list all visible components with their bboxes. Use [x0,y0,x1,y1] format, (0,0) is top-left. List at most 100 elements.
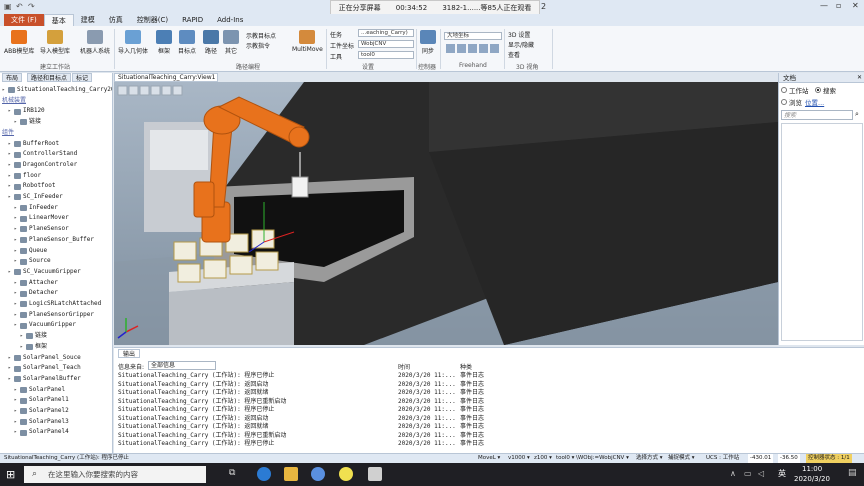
movel-selector[interactable]: MoveL ▾ [478,454,500,463]
tree-item[interactable]: ▸ SolarPanelBuffer [8,374,81,385]
documents-list[interactable] [781,123,863,341]
tree-item[interactable]: ▸ VacuumGripper [14,320,76,331]
save-icon[interactable]: ▣ [4,2,12,11]
filter-select[interactable]: 全部信息 [148,361,216,370]
meeting-app-icon[interactable] [311,467,325,481]
jog-joint-icon[interactable] [468,44,477,53]
path-button[interactable]: 路径 [203,30,219,55]
teach-instruction-button[interactable]: 示教指令 [246,41,270,50]
speed-selector[interactable]: v1000 ▾ [508,454,530,463]
tab-output[interactable]: 输出 [118,349,141,358]
output-row[interactable]: SituationalTeaching_Carry (工作站): 返回启动 202… [118,381,858,390]
view-tab[interactable]: SituationalTeaching_Carry:View1 [114,73,218,82]
tree-item[interactable]: ▸ SC_VacuumGripper [8,267,81,278]
tree-item[interactable]: ▸ Detacher [14,288,58,299]
tree-item[interactable]: ▸ 链接 [20,331,47,342]
clock-time[interactable]: 11:00 [802,465,822,473]
notification-icon[interactable]: ▤ [848,468,857,478]
tree-item[interactable]: ▸ BufferRoot [8,139,59,150]
output-row[interactable]: SituationalTeaching_Carry (工作站): 返回就绪 202… [118,389,858,398]
search-icon[interactable]: ⌕ [855,110,859,119]
cursor-highlight-icon[interactable] [339,467,353,481]
tree-item[interactable]: ▸ SolarPanel3 [14,417,69,428]
move-icon[interactable] [446,44,455,53]
sync-button[interactable]: 同步 [420,30,436,55]
tab-tags[interactable]: 标记 [72,73,93,82]
view-button[interactable]: 查看 [508,50,520,59]
file-explorer-icon[interactable] [284,467,298,481]
tab-rapid[interactable]: RAPID [175,14,210,26]
zone-selector[interactable]: z100 ▾ [534,454,552,463]
tree-item[interactable]: ▸ SolarPanel_Teach [8,363,81,374]
col-type-header[interactable]: 种类 [460,362,472,371]
network-icon[interactable]: ▭ [744,469,752,478]
tree-item[interactable]: ▸ SolarPanel1 [14,395,69,406]
tree-item[interactable]: ▸ InFeeder [14,203,58,214]
maximize-icon[interactable]: ▫ [836,1,841,10]
position-link[interactable]: 位置... [805,97,824,107]
snap-mode-selector[interactable]: 捕捉模式 ▾ [668,454,695,463]
tree-item[interactable]: ▸ Robotfoot [8,181,56,192]
close-icon[interactable]: ✕ [852,1,859,10]
taskbar-search-input[interactable]: ⌕ 在这里输入你要搜索的内容 [24,466,206,483]
tree-item[interactable]: ▸ SC_InFeeder [8,192,63,203]
col-time-header[interactable]: 时间 [398,362,410,371]
3d-settings-button[interactable]: 3D 设置 [508,30,530,39]
tree-item[interactable]: ▸ floor [8,171,41,182]
abb-library-button[interactable]: ABB模型库 [4,30,34,55]
tree-item[interactable]: ▸ 链接 [14,117,41,128]
edge-browser-icon[interactable] [257,467,271,481]
radio-search[interactable]: 搜索 [815,85,836,95]
documents-search-input[interactable]: 搜索 [781,110,853,120]
target-button[interactable]: 目标点 [178,30,196,55]
tree-item[interactable]: ▸ ControllerStand [8,149,77,160]
tree-item[interactable]: ▸ Source [14,256,51,267]
robot-system-button[interactable]: 机器人系统 [80,30,110,55]
import-library-button[interactable]: 导入模型库 [40,30,70,55]
tree-item[interactable]: ▸ LogicSRLatchAttached [14,299,101,310]
tray-chevron-icon[interactable]: ∧ [730,469,736,478]
frame-button[interactable]: 框架 [156,30,172,55]
panel-close-icon[interactable]: ✕ [857,74,862,81]
tree-item[interactable]: ▸ Queue [14,246,47,257]
tree-item[interactable]: ▸ PlaneSensorGripper [14,310,94,321]
output-row[interactable]: SituationalTeaching_Carry (工作站): 返回就绪 202… [118,423,858,432]
tree-item[interactable]: ▸ SolarPanel2 [14,406,69,417]
output-row[interactable]: SituationalTeaching_Carry (工作站): 程序已停止 20… [118,372,858,381]
tree-item[interactable]: ▸ LinearMover [14,213,69,224]
robotstudio-app-icon[interactable] [368,467,382,481]
freehand-frame-combo[interactable]: 大地坐标 [444,32,502,40]
task-combo[interactable]: ...eaching_Carry) [358,29,414,37]
radio-browse[interactable]: 浏览 [781,97,802,107]
rotate-icon[interactable] [457,44,466,53]
tool-combo[interactable]: tool0 [358,51,414,59]
tree-item[interactable]: ▸ DragonControler [8,160,77,171]
show-hide-button[interactable]: 显示/隐藏 [508,40,534,49]
tree-item[interactable]: ▸ SolarPanel [14,385,65,396]
tab-simulation[interactable]: 仿真 [102,14,130,26]
tree-item[interactable]: ▸ PlaneSensor_Buffer [14,235,94,246]
select-mode-selector[interactable]: 选择方式 ▾ [636,454,663,463]
wobj-selector[interactable]: \WObj:=WobjCNV ▾ [576,454,629,463]
tab-addins[interactable]: Add-Ins [210,14,250,26]
tree-item[interactable]: ▸ PlaneSensor [14,224,69,235]
tab-basic[interactable]: 基本 [43,14,74,26]
output-row[interactable]: SituationalTeaching_Carry (工作站): 程序已重新启动… [118,398,858,407]
tree-item[interactable]: ▸ Attacher [14,278,58,289]
output-row[interactable]: SituationalTeaching_Carry (工作站): 返回启动 202… [118,415,858,424]
volume-icon[interactable]: ◁ [758,469,764,478]
tree-item[interactable]: ▸ SolarPanel_Souce [8,353,81,364]
jog-reorient-icon[interactable] [490,44,499,53]
tree-item[interactable]: ▸ SolarPanel4 [14,427,69,438]
3d-viewport[interactable] [114,82,778,345]
undo-icon[interactable]: ↶ [16,2,23,11]
wobj-combo[interactable]: WobjCNV [358,40,414,48]
other-button[interactable]: 其它 [223,30,239,55]
input-language[interactable]: 英 [778,468,786,479]
multimove-button[interactable]: MultiMove [292,30,323,53]
tab-layout[interactable]: 布局 [2,73,23,82]
minimize-icon[interactable]: — [820,1,828,10]
import-geometry-button[interactable]: 导入几何体 [118,30,148,55]
clock-date[interactable]: 2020/3/20 [794,475,830,483]
tree-section-header[interactable]: 机械装置 [2,96,26,107]
